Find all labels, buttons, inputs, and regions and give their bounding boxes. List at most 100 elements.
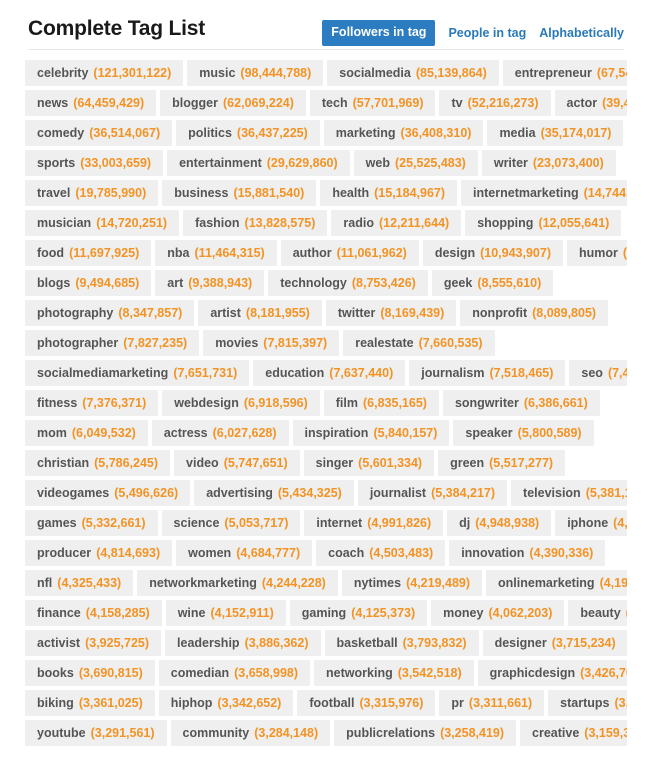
tag-chip[interactable]: publicrelations (3,258,419): [334, 720, 517, 746]
tag-chip[interactable]: inspiration (5,840,157): [292, 420, 450, 446]
tag-chip[interactable]: green (5,517,277): [438, 450, 566, 476]
tag-chip[interactable]: actor (39,476,566): [554, 90, 627, 116]
tag-chip[interactable]: food (11,697,925): [25, 240, 152, 266]
tag-chip[interactable]: travel (19,785,990): [25, 180, 159, 206]
tag-chip[interactable]: blogger (62,069,224): [160, 90, 306, 116]
tag-chip[interactable]: news (64,459,429): [25, 90, 157, 116]
tag-chip[interactable]: celebrity (121,301,122): [25, 60, 184, 86]
tag-chip[interactable]: innovation (4,390,336): [449, 540, 606, 566]
tag-chip[interactable]: startups (3,298,405): [548, 690, 627, 716]
tag-chip[interactable]: biking (3,361,025): [25, 690, 155, 716]
tag-name: nfl: [37, 576, 53, 590]
tag-chip[interactable]: youtube (3,291,561): [25, 720, 167, 746]
tag-chip[interactable]: health (15,184,967): [320, 180, 458, 206]
tag-chip[interactable]: twitter (8,169,439): [325, 300, 457, 326]
tag-chip[interactable]: socialmediamarketing (7,651,731): [25, 360, 250, 386]
tag-chip[interactable]: art (9,388,943): [155, 270, 265, 296]
tag-chip[interactable]: radio (12,211,644): [331, 210, 462, 236]
tag-chip[interactable]: media (35,174,017): [487, 120, 624, 146]
tag-chip[interactable]: socialmedia (85,139,864): [327, 60, 499, 86]
tag-chip[interactable]: community (3,284,148): [170, 720, 331, 746]
tag-chip[interactable]: humor (10,473,877): [567, 240, 627, 266]
tag-chip[interactable]: pr (3,311,661): [439, 690, 545, 716]
tag-chip[interactable]: tv (52,216,273): [439, 90, 551, 116]
tag-chip[interactable]: mom (6,049,532): [25, 420, 148, 446]
tag-chip[interactable]: songwriter (6,386,661): [442, 390, 600, 416]
tag-chip[interactable]: video (5,747,651): [174, 450, 300, 476]
tag-chip[interactable]: geek (8,555,610): [431, 270, 554, 296]
tag-chip[interactable]: artist (8,181,955): [198, 300, 322, 326]
tag-chip[interactable]: nonprofit (8,089,805): [460, 300, 609, 326]
tag-chip[interactable]: coach (4,503,483): [316, 540, 446, 566]
tag-chip[interactable]: gaming (4,125,373): [289, 600, 428, 626]
tag-chip[interactable]: sports (33,003,659): [25, 150, 164, 176]
tag-chip[interactable]: entertainment (29,629,860): [167, 150, 350, 176]
tag-chip[interactable]: blogs (9,494,685): [25, 270, 152, 296]
tag-chip[interactable]: webdesign (6,918,596): [162, 390, 320, 416]
tag-chip[interactable]: nytimes (4,219,489): [341, 570, 483, 596]
tag-chip[interactable]: producer (4,814,693): [25, 540, 173, 566]
tag-chip[interactable]: fitness (7,376,371): [25, 390, 159, 416]
tag-chip[interactable]: nba (11,464,315): [155, 240, 277, 266]
tag-chip[interactable]: entrepreneur (67,541,273): [502, 60, 627, 86]
tag-chip[interactable]: football (3,315,976): [297, 690, 436, 716]
tag-chip[interactable]: tech (57,701,969): [309, 90, 436, 116]
tag-chip[interactable]: journalist (5,384,217): [357, 480, 508, 506]
tag-chip[interactable]: basketball (3,793,832): [324, 630, 479, 656]
tag-chip[interactable]: dj (4,948,938): [447, 510, 552, 536]
tag-chip[interactable]: politics (36,437,225): [176, 120, 320, 146]
tag-chip[interactable]: onlinemarketing (4,194,032): [486, 570, 627, 596]
sort-option-1[interactable]: People in tag: [448, 26, 526, 40]
tag-chip[interactable]: science (5,053,717): [161, 510, 301, 536]
tag-chip[interactable]: comedian (3,658,998): [158, 660, 311, 686]
tag-chip[interactable]: nfl (4,325,433): [25, 570, 134, 596]
tag-chip[interactable]: music (98,444,788): [187, 60, 324, 86]
tag-chip[interactable]: movies (7,815,397): [203, 330, 340, 356]
tag-chip[interactable]: books (3,690,815): [25, 660, 155, 686]
tag-chip[interactable]: leadership (3,886,362): [165, 630, 321, 656]
sort-option-2[interactable]: Alphabetically: [539, 26, 624, 40]
tag-chip[interactable]: iphone (4,818,508): [555, 510, 627, 536]
tag-chip[interactable]: speaker (5,800,589): [453, 420, 594, 446]
tag-chip[interactable]: design (10,943,907): [422, 240, 563, 266]
tag-chip[interactable]: television (5,381,155): [511, 480, 627, 506]
tag-chip[interactable]: shopping (12,055,641): [465, 210, 622, 236]
tag-chip[interactable]: hiphop (3,342,652): [158, 690, 294, 716]
tag-chip[interactable]: fashion (13,828,575): [183, 210, 328, 236]
tag-chip[interactable]: education (7,637,440): [253, 360, 406, 386]
tag-chip[interactable]: musician (14,720,251): [25, 210, 180, 236]
tag-chip[interactable]: technology (8,753,426): [268, 270, 428, 296]
tag-chip[interactable]: internet (4,991,826): [304, 510, 444, 536]
tag-chip[interactable]: videogames (5,496,626): [25, 480, 191, 506]
tag-chip[interactable]: photography (8,347,857): [25, 300, 195, 326]
tag-chip[interactable]: business (15,881,540): [162, 180, 317, 206]
tag-chip[interactable]: actress (6,027,628): [151, 420, 289, 446]
tag-chip[interactable]: beauty (4,056,522): [568, 600, 627, 626]
tag-chip[interactable]: christian (5,786,245): [25, 450, 171, 476]
tag-chip[interactable]: activist (3,925,725): [25, 630, 162, 656]
tag-chip[interactable]: singer (5,601,334): [303, 450, 435, 476]
tag-chip[interactable]: advertising (5,434,325): [194, 480, 354, 506]
tag-chip[interactable]: networking (3,542,518): [314, 660, 474, 686]
tag-chip[interactable]: women (4,684,777): [176, 540, 313, 566]
tag-chip[interactable]: comedy (36,514,067): [25, 120, 173, 146]
tag-chip[interactable]: web (25,525,483): [353, 150, 478, 176]
tag-chip[interactable]: graphicdesign (3,426,700): [477, 660, 627, 686]
tag-chip[interactable]: film (6,835,165): [323, 390, 439, 416]
tag-chip[interactable]: internetmarketing (14,744,143): [461, 180, 627, 206]
tag-chip[interactable]: author (11,061,962): [280, 240, 419, 266]
tag-chip[interactable]: money (4,062,203): [431, 600, 565, 626]
tag-chip[interactable]: seo (7,428,655): [569, 360, 627, 386]
tag-chip[interactable]: writer (23,073,400): [481, 150, 616, 176]
tag-chip[interactable]: journalism (7,518,465): [409, 360, 566, 386]
tag-chip[interactable]: marketing (36,408,310): [323, 120, 484, 146]
tag-chip[interactable]: games (5,332,661): [25, 510, 158, 536]
tag-chip[interactable]: wine (4,152,911): [165, 600, 286, 626]
tag-chip[interactable]: designer (3,715,234): [482, 630, 627, 656]
tag-chip[interactable]: creative (3,159,305): [520, 720, 627, 746]
tag-chip[interactable]: photographer (7,827,235): [25, 330, 200, 356]
sort-option-0[interactable]: Followers in tag: [322, 20, 436, 46]
tag-chip[interactable]: finance (4,158,285): [25, 600, 162, 626]
tag-chip[interactable]: networkmarketing (4,244,228): [137, 570, 338, 596]
tag-chip[interactable]: realestate (7,660,535): [343, 330, 495, 356]
